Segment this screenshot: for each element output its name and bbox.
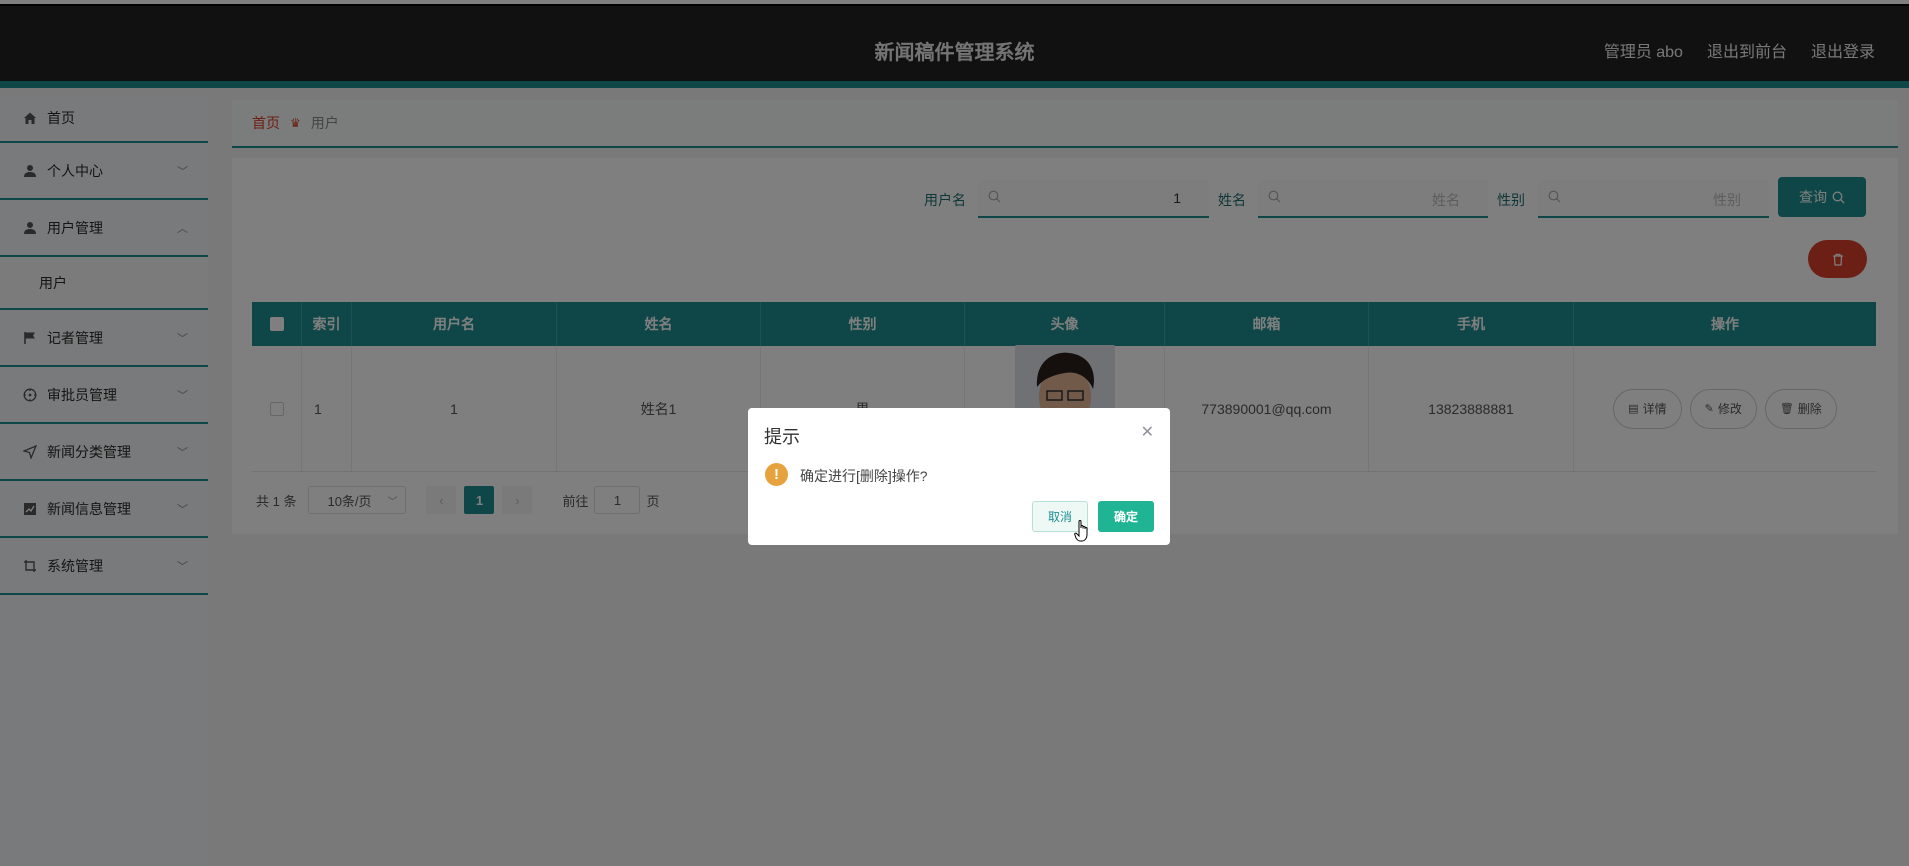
warning-icon: ! (765, 463, 788, 486)
dialog-title: 提示 (764, 427, 800, 447)
dialog-message: 确定进行[删除]操作? (800, 468, 928, 484)
hand-cursor-icon (1074, 519, 1092, 546)
confirm-button[interactable]: 确定 (1098, 501, 1154, 532)
confirm-dialog: 提示 ✕ ! 确定进行[删除]操作? 取消 确定 (748, 408, 1170, 545)
close-icon[interactable]: ✕ (1141, 422, 1154, 442)
